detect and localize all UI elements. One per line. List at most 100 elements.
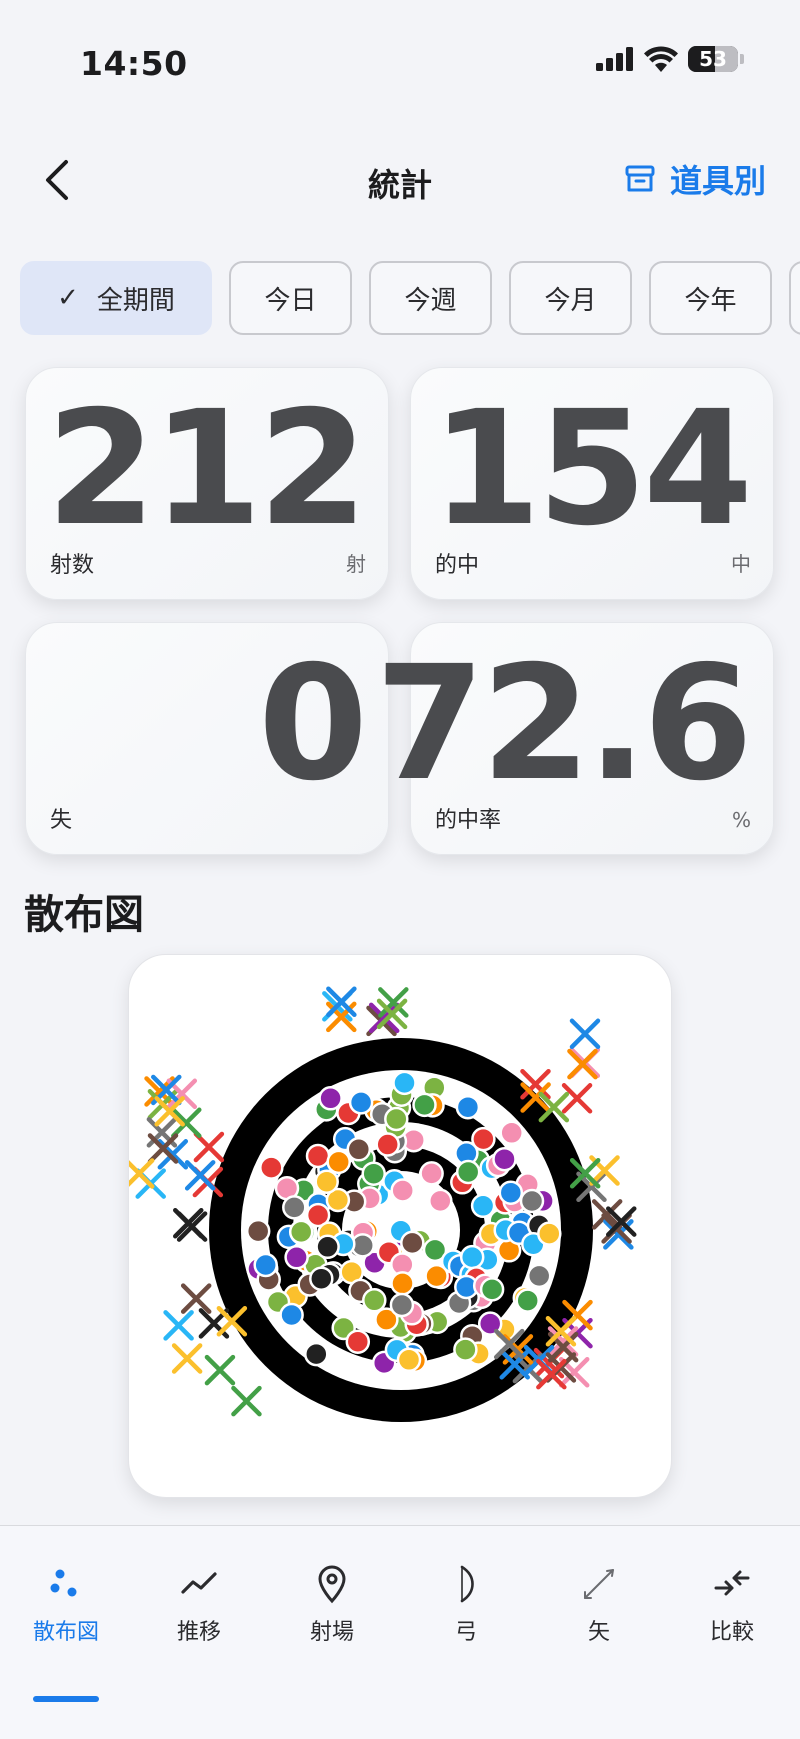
miss-cross xyxy=(129,1158,155,1189)
tab-trend[interactable]: 推移 xyxy=(133,1556,265,1656)
hit-dot xyxy=(304,1341,329,1367)
hit-dot xyxy=(253,1252,278,1278)
miss-cross xyxy=(171,1343,203,1374)
equipment-filter-label: 道具別 xyxy=(669,162,766,200)
hit-dot xyxy=(459,1244,485,1270)
hit-dot xyxy=(470,1193,496,1219)
active-tab-indicator xyxy=(33,1696,99,1702)
hit-dot xyxy=(455,1094,481,1120)
hit-dot xyxy=(348,1090,374,1115)
chip-label: 今週 xyxy=(404,285,457,316)
battery-level: 53 xyxy=(699,47,727,71)
hit-dot xyxy=(400,1230,425,1256)
stat-card-rate: 72.6 的中率 % xyxy=(375,622,774,855)
hit-dot xyxy=(453,1337,478,1362)
stat-label: 的中 xyxy=(435,553,480,578)
tab-bow[interactable]: 弓 xyxy=(400,1556,532,1656)
hit-dot xyxy=(498,1180,524,1205)
hit-dot xyxy=(318,1086,343,1111)
miss-cross xyxy=(171,1107,202,1139)
tab-label: 弓 xyxy=(454,1620,477,1645)
tab-label: 比較 xyxy=(709,1620,754,1645)
tab-range[interactable]: 射場 xyxy=(266,1556,398,1656)
hit-dot xyxy=(419,1161,444,1186)
hit-dot xyxy=(389,1292,415,1318)
chip-label: 今年 xyxy=(684,285,737,316)
chip-this-year[interactable]: 今年 xyxy=(649,261,772,335)
hit-dot xyxy=(346,1137,372,1162)
hit-dot xyxy=(515,1288,540,1313)
hit-dot xyxy=(305,1143,331,1169)
stat-value: 154 xyxy=(431,377,753,561)
status-icons: 53 xyxy=(596,46,744,72)
hit-dot xyxy=(492,1146,517,1172)
hit-dot xyxy=(537,1221,562,1246)
status-time: 14:50 xyxy=(80,44,188,83)
cellular-signal-icon xyxy=(596,47,633,71)
miss-cross xyxy=(147,1133,179,1164)
hit-dot xyxy=(259,1155,284,1180)
tab-arrow[interactable]: 矢 xyxy=(533,1556,665,1656)
stat-value: 0 xyxy=(258,632,368,816)
hit-dot xyxy=(519,1188,545,1214)
location-pin-icon xyxy=(318,1565,346,1604)
hit-dot xyxy=(314,1169,339,1194)
target-scatter-plot xyxy=(129,986,637,1422)
hit-dot xyxy=(396,1347,422,1373)
stat-unit: % xyxy=(731,808,751,832)
stat-value: 212 xyxy=(46,377,368,561)
stat-card-hits: 154 的中 中 xyxy=(410,367,774,600)
equipment-filter-button[interactable]: 道具別 xyxy=(624,156,766,202)
stat-card-shots: 212 射数 射 xyxy=(25,367,389,600)
miss-cross xyxy=(561,1083,593,1114)
stat-label: 失 xyxy=(50,808,73,833)
miss-cross xyxy=(569,1018,601,1050)
hit-dot xyxy=(375,1132,400,1157)
hit-dot xyxy=(279,1302,304,1328)
tab-label: 矢 xyxy=(587,1620,610,1645)
hit-dot xyxy=(412,1092,437,1118)
archive-box-icon xyxy=(625,165,655,192)
chip-this-week[interactable]: 今週 xyxy=(369,261,492,335)
hit-dot xyxy=(499,1120,524,1146)
miss-cross xyxy=(184,1160,216,1191)
hit-dot xyxy=(315,1234,340,1260)
hit-dot xyxy=(390,1178,415,1203)
battery-icon: 53 xyxy=(688,46,738,72)
hit-dot xyxy=(245,1218,271,1244)
stat-card-misses: 0 失 xyxy=(25,622,389,855)
chip-more[interactable] xyxy=(789,261,800,335)
miss-cross xyxy=(231,1385,262,1417)
navigation-bar: 統計 道具別 xyxy=(0,140,800,220)
hit-dot xyxy=(345,1329,371,1354)
stat-label: 的中率 xyxy=(435,808,502,833)
compare-icon xyxy=(714,1570,750,1596)
miss-cross xyxy=(204,1354,236,1386)
stat-label: 射数 xyxy=(50,553,95,578)
checkmark-icon: ✓ xyxy=(57,283,79,313)
chip-label: 今日 xyxy=(264,285,317,316)
hit-dot xyxy=(361,1161,386,1186)
hit-dot xyxy=(471,1126,496,1152)
tab-compare[interactable]: 比較 xyxy=(666,1556,798,1656)
chip-this-month[interactable]: 今月 xyxy=(509,261,632,335)
hit-dot xyxy=(384,1106,409,1132)
hit-dot xyxy=(392,1070,417,1096)
arrow-icon xyxy=(584,1569,614,1599)
miss-cross xyxy=(163,1310,194,1341)
chip-all-time[interactable]: ✓ 全期間 xyxy=(20,261,212,335)
hit-dot xyxy=(288,1219,314,1245)
tab-scatter[interactable]: 散布図 xyxy=(0,1556,132,1702)
scatter-plot-card xyxy=(128,954,672,1498)
hit-dot xyxy=(428,1188,453,1214)
trend-icon xyxy=(181,1572,217,1594)
chip-today[interactable]: 今日 xyxy=(229,261,352,335)
battery-tip xyxy=(740,54,744,64)
hit-dot xyxy=(455,1159,481,1185)
hit-dot xyxy=(309,1266,334,1291)
scatter-icon xyxy=(50,1569,77,1597)
bow-icon xyxy=(460,1565,474,1603)
miss-cross xyxy=(180,1283,212,1314)
hit-dot xyxy=(526,1263,552,1289)
tab-label: 散布図 xyxy=(32,1620,99,1645)
